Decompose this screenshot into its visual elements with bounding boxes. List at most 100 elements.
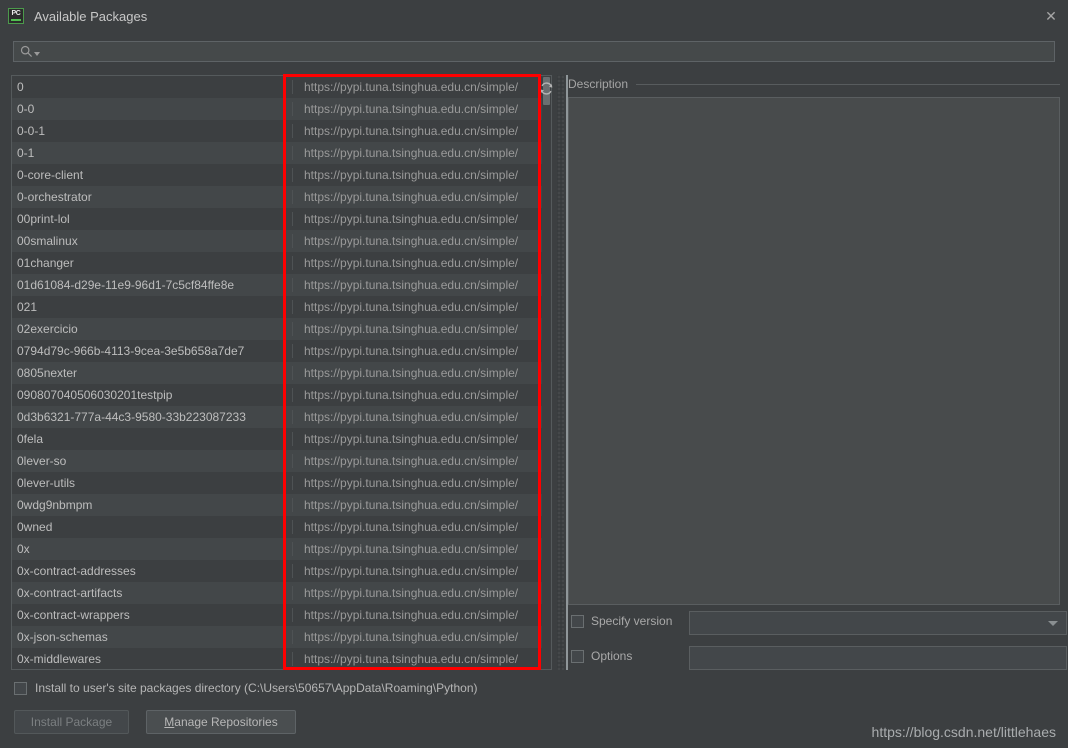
search-icon [20,45,33,58]
description-header: Description [568,75,1060,93]
package-name-cell: 0fela [12,432,293,446]
table-row[interactable]: 01d61084-d29e-11e9-96d1-7c5cf84ffe8e http… [12,274,551,296]
table-row[interactable]: 0794d79c-966b-4113-9cea-3e5b658a7de7 http… [12,340,551,362]
package-name-cell: 00smalinux [12,234,293,248]
table-row[interactable]: 0x https://pypi.tuna.tsinghua.edu.cn/simp… [12,538,551,560]
package-repository-cell: https://pypi.tuna.tsinghua.edu.cn/simple… [304,498,519,512]
watermark: https://blog.csdn.net/littlehaes [871,724,1056,740]
splitter-grip-dots [557,75,564,670]
package-name-cell: 0x [12,542,293,556]
table-row[interactable]: 0fela https://pypi.tuna.tsinghua.edu.cn/s… [12,428,551,450]
package-repository-cell: https://pypi.tuna.tsinghua.edu.cn/simple… [304,476,519,490]
pycharm-icon-bar [11,19,21,21]
package-name-cell: 0-orchestrator [12,190,293,204]
package-name-cell: 0lever-utils [12,476,293,490]
table-row[interactable]: 0wned https://pypi.tuna.tsinghua.edu.cn/s… [12,516,551,538]
available-packages-list[interactable]: 0 https://pypi.tuna.tsinghua.edu.cn/simpl… [11,75,552,670]
package-name-cell: 0x-contract-wrappers [12,608,293,622]
options-label: Options [591,649,633,663]
specify-version-checkbox[interactable] [571,614,584,628]
table-row[interactable]: 0x-middlewares https://pypi.tuna.tsinghua… [12,648,551,669]
panel-splitter[interactable] [556,75,568,670]
table-row[interactable]: 0x-contract-addresses https://pypi.tuna.t… [12,560,551,582]
package-repository-cell: https://pypi.tuna.tsinghua.edu.cn/simple… [304,124,519,138]
title-bar: PC Available Packages ✕ [0,0,1068,32]
package-repository-cell: https://pypi.tuna.tsinghua.edu.cn/simple… [304,322,519,336]
package-repository-cell: https://pypi.tuna.tsinghua.edu.cn/simple… [304,344,519,358]
manage-repositories-mnemonic: M [164,715,175,729]
table-row[interactable]: 0-core-client https://pypi.tuna.tsinghua.… [12,164,551,186]
search-filter-caret-down-icon[interactable] [34,51,40,56]
package-repository-cell: https://pypi.tuna.tsinghua.edu.cn/simple… [304,630,519,644]
pycharm-icon-label: PC [11,10,21,17]
table-row[interactable]: 0805nexter https://pypi.tuna.tsinghua.edu… [12,362,551,384]
table-row[interactable]: 00smalinux https://pypi.tuna.tsinghua.edu… [12,230,551,252]
chevron-down-icon [1048,620,1058,626]
package-name-cell: 021 [12,300,293,314]
search-input[interactable] [13,41,1055,62]
table-row[interactable]: 0wdg9nbmpm https://pypi.tuna.tsinghua.edu… [12,494,551,516]
table-row[interactable]: 0 https://pypi.tuna.tsinghua.edu.cn/simpl… [12,76,551,98]
package-name-cell: 0d3b6321-777a-44c3-9580-33b223087233 [12,410,293,424]
install-user-site-checkbox[interactable] [14,681,27,695]
package-repository-cell: https://pypi.tuna.tsinghua.edu.cn/simple… [304,234,519,248]
package-name-cell: 0805nexter [12,366,293,380]
table-row[interactable]: 0x-json-schemas https://pypi.tuna.tsinghu… [12,626,551,648]
package-repository-cell: https://pypi.tuna.tsinghua.edu.cn/simple… [304,146,519,160]
specify-version-row: Specify version [571,614,672,628]
table-row[interactable]: 0x-contract-wrappers https://pypi.tuna.ts… [12,604,551,626]
package-name-cell: 0-0 [12,102,293,116]
table-row[interactable]: 0-orchestrator https://pypi.tuna.tsinghua… [12,186,551,208]
package-repository-cell: https://pypi.tuna.tsinghua.edu.cn/simple… [304,190,519,204]
package-name-cell: 00print-lol [12,212,293,226]
package-name-cell: 0-0-1 [12,124,293,138]
package-name-cell: 0wdg9nbmpm [12,498,293,512]
package-repository-cell: https://pypi.tuna.tsinghua.edu.cn/simple… [304,388,519,402]
options-input[interactable] [689,646,1067,670]
pycharm-icon: PC [8,8,24,24]
install-package-button[interactable]: Install Package [14,710,129,734]
manage-repositories-label: anage Repositories [174,715,278,729]
package-repository-cell: https://pypi.tuna.tsinghua.edu.cn/simple… [304,454,519,468]
package-repository-cell: https://pypi.tuna.tsinghua.edu.cn/simple… [304,168,519,182]
package-repository-cell: https://pypi.tuna.tsinghua.edu.cn/simple… [304,542,519,556]
package-repository-cell: https://pypi.tuna.tsinghua.edu.cn/simple… [304,256,519,270]
package-name-cell: 0wned [12,520,293,534]
description-panel: Description [568,75,1060,605]
specify-version-label: Specify version [591,614,673,628]
table-row[interactable]: 0d3b6321-777a-44c3-9580-33b223087233 http… [12,406,551,428]
package-name-cell: 01changer [12,256,293,270]
table-row[interactable]: 021 https://pypi.tuna.tsinghua.edu.cn/sim… [12,296,551,318]
table-row[interactable]: 090807040506030201testpip https://pypi.tu… [12,384,551,406]
packages-scrollbar[interactable] [542,76,551,669]
options-checkbox[interactable] [571,649,584,663]
install-user-site-label: Install to user's site packages director… [35,681,478,695]
search-row [13,41,1055,62]
table-row[interactable]: 01changer https://pypi.tuna.tsinghua.edu.… [12,252,551,274]
table-row[interactable]: 0-0 https://pypi.tuna.tsinghua.edu.cn/sim… [12,98,551,120]
manage-repositories-button[interactable]: Manage Repositories [146,710,296,734]
table-row[interactable]: 02exercicio https://pypi.tuna.tsinghua.ed… [12,318,551,340]
description-title: Description [568,77,629,91]
package-repository-cell: https://pypi.tuna.tsinghua.edu.cn/simple… [304,212,519,226]
package-repository-cell: https://pypi.tuna.tsinghua.edu.cn/simple… [304,300,519,314]
version-select[interactable] [689,611,1067,635]
refresh-icon[interactable] [536,78,556,98]
table-row[interactable]: 0x-contract-artifacts https://pypi.tuna.t… [12,582,551,604]
close-icon[interactable]: ✕ [1040,5,1062,27]
table-row[interactable]: 0lever-so https://pypi.tuna.tsinghua.edu.… [12,450,551,472]
package-repository-cell: https://pypi.tuna.tsinghua.edu.cn/simple… [304,520,519,534]
table-row[interactable]: 0-1 https://pypi.tuna.tsinghua.edu.cn/sim… [12,142,551,164]
package-repository-cell: https://pypi.tuna.tsinghua.edu.cn/simple… [304,366,519,380]
package-name-cell: 0-core-client [12,168,293,182]
package-repository-cell: https://pypi.tuna.tsinghua.edu.cn/simple… [304,102,519,116]
package-name-cell: 0x-middlewares [12,652,293,666]
table-row[interactable]: 0-0-1 https://pypi.tuna.tsinghua.edu.cn/s… [12,120,551,142]
package-name-cell: 0x-json-schemas [12,630,293,644]
package-name-cell: 0x-contract-artifacts [12,586,293,600]
package-repository-cell: https://pypi.tuna.tsinghua.edu.cn/simple… [304,608,519,622]
package-repository-cell: https://pypi.tuna.tsinghua.edu.cn/simple… [304,410,519,424]
table-row[interactable]: 00print-lol https://pypi.tuna.tsinghua.ed… [12,208,551,230]
table-row[interactable]: 0lever-utils https://pypi.tuna.tsinghua.e… [12,472,551,494]
package-repository-cell: https://pypi.tuna.tsinghua.edu.cn/simple… [304,564,519,578]
